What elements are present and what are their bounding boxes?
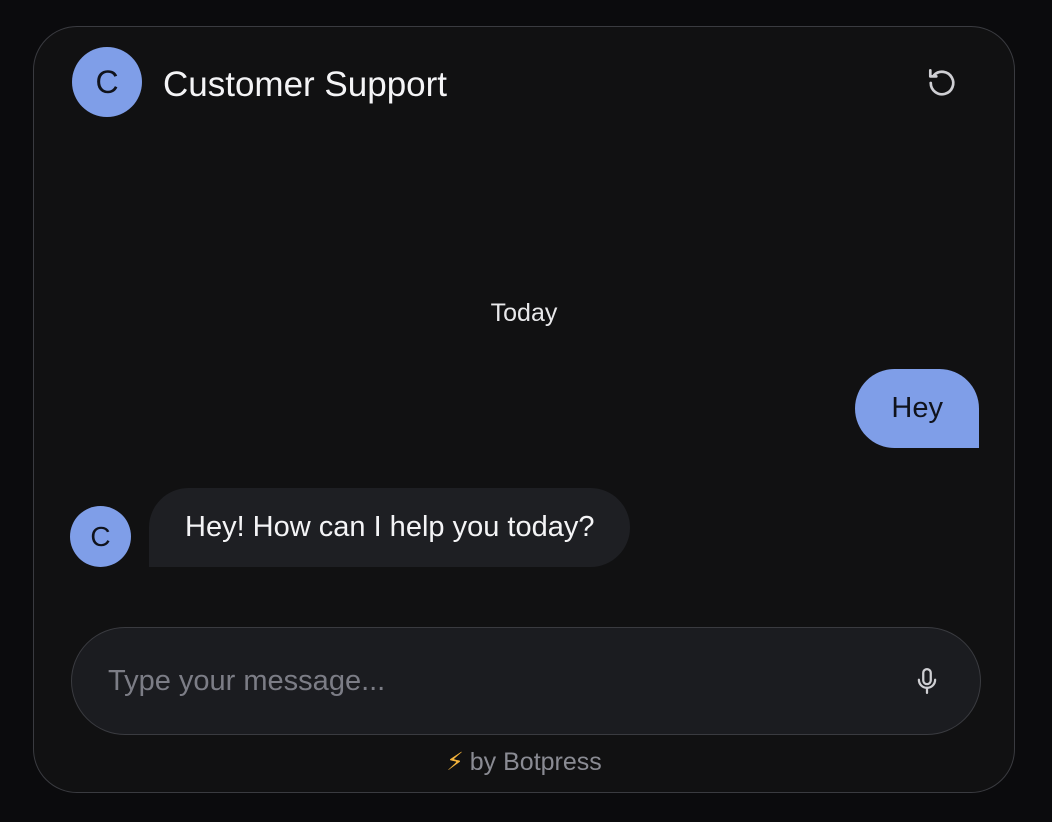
bot-message-bubble: Hey! How can I help you today?	[149, 488, 631, 567]
user-message-bubble: Hey	[855, 369, 979, 448]
powered-by-footer: ⚡ by Botpress	[34, 747, 1014, 777]
avatar-letter: C	[95, 63, 119, 100]
user-message-text: Hey	[891, 392, 943, 424]
message-input[interactable]	[108, 628, 888, 734]
bot-message-avatar: C	[70, 506, 131, 567]
bot-avatar: C	[72, 47, 142, 117]
microphone-icon	[917, 668, 937, 694]
date-divider: Today	[490, 299, 558, 327]
chat-widget: C Customer Support Today Hey C Hey! How …	[33, 26, 1015, 793]
message-composer	[71, 627, 981, 735]
avatar-letter: C	[90, 520, 111, 552]
chat-header: C Customer Support	[34, 27, 1014, 139]
bolt-icon: ⚡	[446, 748, 464, 776]
restart-icon	[928, 69, 955, 96]
chat-title: Customer Support	[163, 65, 448, 104]
bot-message-text: Hey! How can I help you today?	[185, 511, 595, 543]
restart-conversation-button[interactable]	[922, 63, 962, 103]
botpress-link[interactable]: by Botpress	[470, 748, 602, 776]
microphone-button[interactable]	[910, 664, 944, 698]
